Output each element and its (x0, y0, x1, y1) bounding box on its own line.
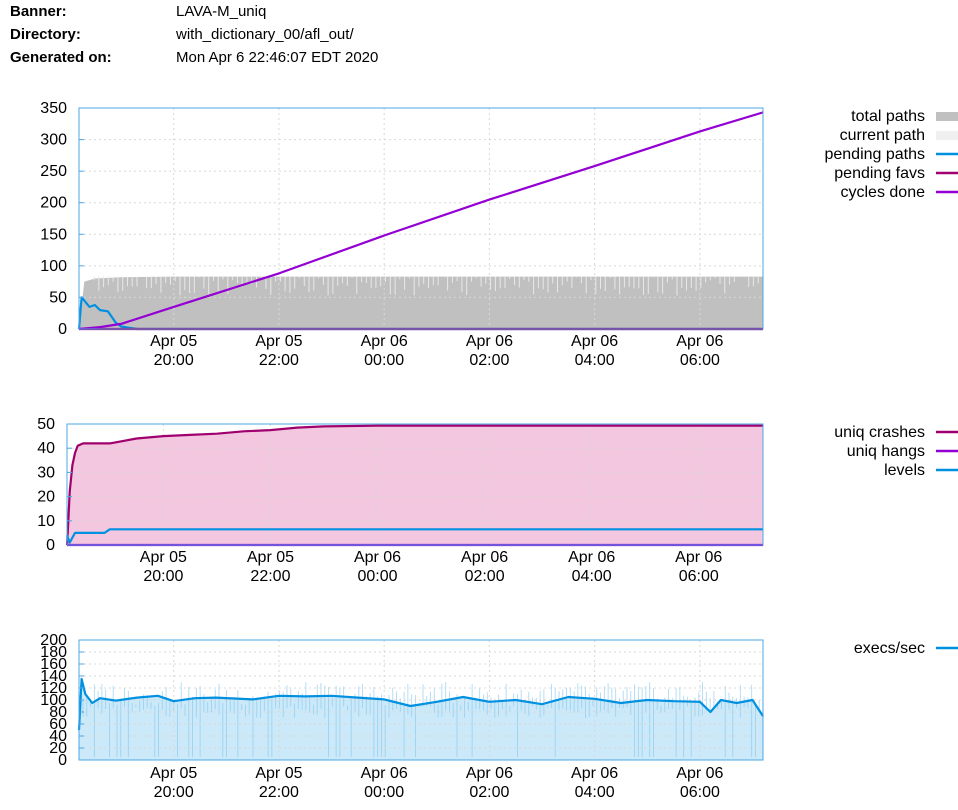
legend-label-current-path: current path (840, 127, 925, 144)
x-tick-label-time: 02:00 (469, 352, 509, 369)
charts-canvas: 050100150200250300350Apr 0520:00Apr 0522… (37, 100, 958, 801)
legend-label-levels: levels (884, 462, 925, 479)
legend-swatch-current-path (936, 131, 958, 140)
x-tick-label-date: Apr 06 (676, 333, 723, 350)
x-tick-label-date: Apr 06 (466, 333, 513, 350)
x-tick-label-time: 22:00 (259, 784, 299, 801)
x-tick-label-time: 00:00 (364, 784, 404, 801)
x-tick-label-date: Apr 06 (568, 549, 615, 566)
chart-panel-2: 0 10 20 30 40 50 Apr 05 20:00 Apr 05 22:00 Apr 06 0… (37, 416, 958, 585)
x-tick-label-date: Apr 06 (361, 765, 408, 782)
x-tick-label-date: Apr 06 (354, 549, 401, 566)
legend-label-cycles-done: cycles done (841, 184, 926, 201)
legend-label-total-paths: total paths (851, 108, 925, 125)
y-tick-label: 40 (37, 440, 55, 457)
y-tick-label: 0 (58, 321, 67, 338)
x-tick-label-time: 02:00 (465, 568, 505, 585)
x-tick-label-date: Apr 05 (140, 549, 187, 566)
x-tick-label-time: 04:00 (572, 568, 612, 585)
x-tick-label-date: Apr 05 (255, 333, 302, 350)
y-tick-label: 250 (40, 163, 67, 180)
x-tick-label-date: Apr 05 (255, 765, 302, 782)
legend-label-execs-sec: execs/sec (854, 640, 925, 657)
y-tick-label: 150 (40, 226, 67, 243)
x-tick-label-time: 20:00 (154, 784, 194, 801)
x-tick-label-time: 22:00 (250, 568, 290, 585)
x-tick-label-time: 00:00 (364, 352, 404, 369)
y-tick-label: 50 (49, 289, 67, 306)
x-tick-label-time: 20:00 (143, 568, 183, 585)
series-area-uniq-crashes (67, 425, 763, 545)
x-tick-label-time: 06:00 (680, 352, 720, 369)
series-area-total-paths (79, 276, 763, 329)
legend-swatch-total-paths (936, 112, 958, 121)
y-tick-label: 100 (40, 258, 67, 275)
legend-label-pending-paths: pending paths (824, 146, 925, 163)
y-tick-label: 300 (40, 132, 67, 149)
x-tick-label-time: 06:00 (679, 568, 719, 585)
y-tick-label: 20 (37, 489, 55, 506)
legend-label-uniq-hangs: uniq hangs (847, 443, 925, 460)
x-tick-label-time: 00:00 (357, 568, 397, 585)
legend-label-pending-favs: pending favs (834, 165, 925, 182)
x-tick-label-date: Apr 06 (571, 333, 618, 350)
y-tick-label: 50 (37, 416, 55, 433)
y-tick-label: 30 (37, 464, 55, 481)
x-tick-label-time: 06:00 (680, 784, 720, 801)
x-tick-label-date: Apr 06 (466, 765, 513, 782)
x-tick-label-date: Apr 05 (150, 765, 197, 782)
chart-panel-3: 020406080100120140160180200Apr 0520:00Ap… (40, 632, 958, 801)
x-tick-label-time: 20:00 (154, 352, 194, 369)
x-tick-label-date: Apr 06 (675, 549, 722, 566)
x-tick-label-time: 22:00 (259, 352, 299, 369)
x-tick-label-date: Apr 06 (676, 765, 723, 782)
x-tick-label-date: Apr 06 (571, 765, 618, 782)
y-tick-label: 350 (40, 100, 67, 117)
y-tick-label: 200 (40, 195, 67, 212)
x-tick-label-time: 04:00 (575, 784, 615, 801)
x-tick-label-date: Apr 06 (461, 549, 508, 566)
x-tick-label-date: Apr 05 (247, 549, 294, 566)
y-tick-label: 0 (46, 537, 55, 554)
x-tick-label-date: Apr 05 (150, 333, 197, 350)
x-tick-label-date: Apr 06 (361, 333, 408, 350)
y-tick-label: 10 (37, 513, 55, 530)
y-tick-label: 200 (40, 632, 67, 649)
legend-label-uniq-crashes: uniq crashes (834, 424, 925, 441)
x-tick-label-time: 02:00 (469, 784, 509, 801)
x-tick-label-time: 04:00 (575, 352, 615, 369)
chart-panel-1: 0 50 100 150 200 250 300 350 Apr 05 20:00 Apr 05 22… (40, 100, 958, 369)
